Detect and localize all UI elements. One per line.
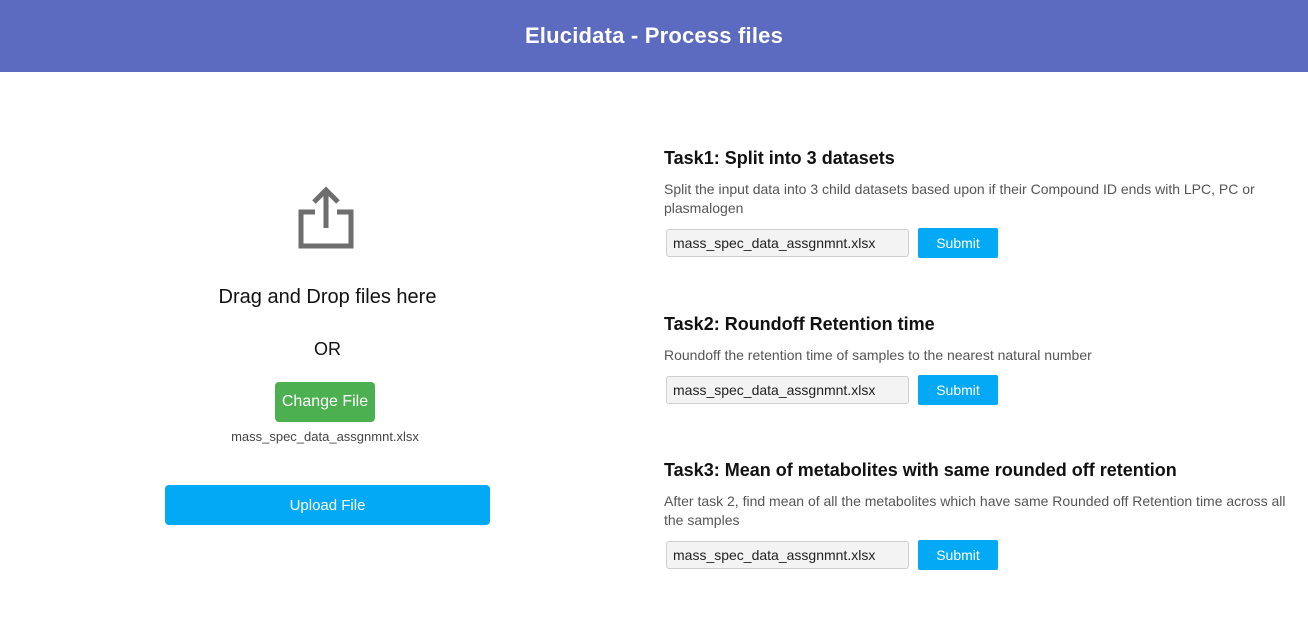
task-3: Task3: Mean of metabolites with same rou… [664, 452, 1304, 570]
task-title: Task3: Mean of metabolites with same rou… [664, 460, 1177, 480]
task-form: mass_spec_data_assgnmnt.xlsx Submit [664, 375, 1304, 405]
change-file-button[interactable]: Change File [275, 382, 375, 422]
file-field[interactable]: mass_spec_data_assgnmnt.xlsx [666, 229, 909, 257]
task-1: Task1: Split into 3 datasets Split the i… [664, 140, 1304, 258]
task-description: Roundoff the retention time of samples t… [664, 347, 1092, 363]
drag-drop-label: Drag and Drop files here [218, 286, 437, 308]
share-upload-icon [295, 184, 357, 250]
file-field[interactable]: mass_spec_data_assgnmnt.xlsx [666, 541, 909, 569]
selected-file-name: mass_spec_data_assgnmnt.xlsx [231, 429, 419, 444]
task-title: Task1: Split into 3 datasets [664, 148, 895, 168]
app-header: Elucidata - Process files [0, 0, 1308, 72]
or-label: OR [314, 339, 341, 359]
task-description: After task 2, find mean of all the metab… [664, 493, 1286, 528]
page-title: Elucidata - Process files [524, 23, 784, 48]
task-2: Task2: Roundoff Retention time Roundoff … [664, 306, 1304, 405]
file-field[interactable]: mass_spec_data_assgnmnt.xlsx [666, 376, 909, 404]
submit-button[interactable]: Submit [918, 540, 998, 570]
upload-file-button[interactable]: Upload File [165, 485, 490, 525]
task-form: mass_spec_data_assgnmnt.xlsx Submit [664, 228, 1304, 258]
submit-button[interactable]: Submit [918, 228, 998, 258]
task-description: Split the input data into 3 child datase… [664, 181, 1255, 216]
upload-panel[interactable]: Drag and Drop files here OR Change File … [165, 180, 490, 530]
task-title: Task2: Roundoff Retention time [664, 314, 935, 334]
submit-button[interactable]: Submit [918, 375, 998, 405]
task-form: mass_spec_data_assgnmnt.xlsx Submit [664, 540, 1304, 570]
